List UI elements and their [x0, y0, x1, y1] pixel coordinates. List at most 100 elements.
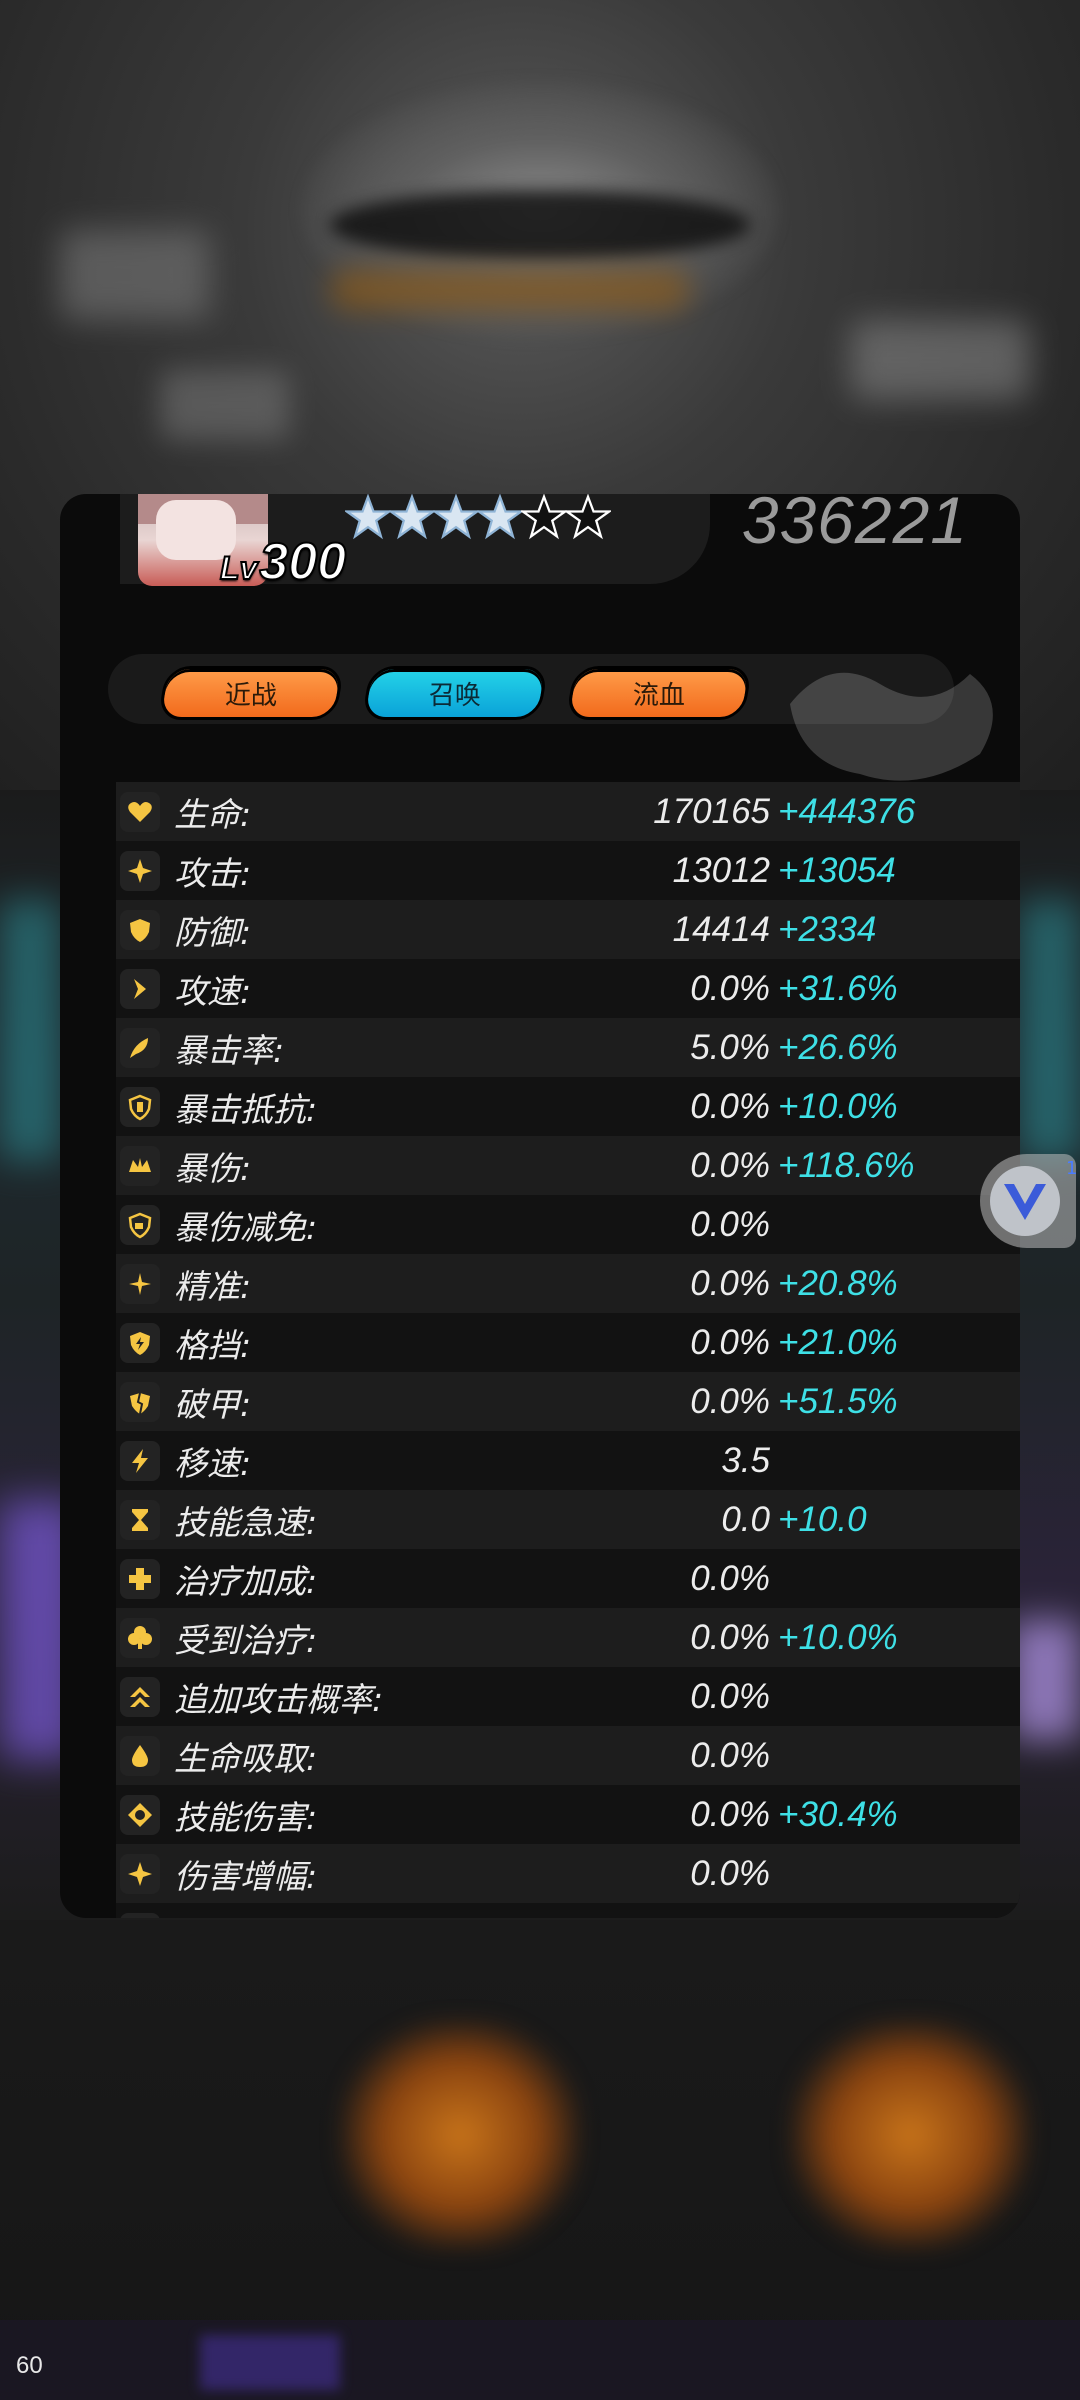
stat-row: 治疗加成: 0.0%: [116, 1549, 1020, 1608]
stat-row: 受到治疗: 0.0% +10.0%: [116, 1608, 1020, 1667]
stat-label: 攻速:: [174, 972, 252, 1011]
stat-row: 格挡: 0.0% +21.0%: [116, 1313, 1020, 1372]
stat-bonus-value: +31.6%: [778, 969, 898, 1008]
stat-label: 暴伤减免:: [174, 1208, 318, 1247]
stat-label: 防御:: [174, 913, 252, 952]
stat-base-value: 0.0%: [690, 1559, 770, 1598]
stat-bonus-value: +10.0%: [778, 1087, 898, 1126]
stat-label: 生命吸取:: [174, 1739, 318, 1778]
hero-header: Lv300 336221: [60, 494, 1020, 634]
stat-label: 受到治疗:: [174, 1621, 318, 1660]
stat-row: 暴伤减免: 0.0%: [116, 1195, 1020, 1254]
stat-row: 生命: 170165 +444376: [116, 782, 1020, 841]
shield-break-icon: [120, 1382, 160, 1422]
stat-row: 生命吸取: 0.0%: [116, 1726, 1020, 1785]
combat-power: 336221: [741, 494, 968, 557]
stat-bonus-value: +26.6%: [778, 1028, 898, 1067]
tag-summon[interactable]: 召唤: [361, 666, 549, 720]
stat-base-value: 0.0%: [690, 1146, 770, 1185]
tag-melee[interactable]: 近战: [157, 666, 345, 720]
stat-row: 攻速: 0.0% +31.6%: [116, 959, 1020, 1018]
stat-row: 伤害减免: [116, 1903, 1020, 1918]
stat-label: 暴伤:: [174, 1149, 252, 1188]
tag-bleed[interactable]: 流血: [565, 666, 753, 720]
star-filled-icon: [345, 494, 391, 540]
stat-label: 技能急速:: [174, 1503, 318, 1542]
stat-bonus-value: +20.8%: [778, 1264, 898, 1303]
star-filled-icon: [477, 494, 523, 540]
stat-base-value: 0.0%: [690, 969, 770, 1008]
stat-label: 暴击率:: [174, 1031, 285, 1070]
double-chevron-up-icon: [120, 1677, 160, 1717]
heart-icon: [120, 792, 160, 832]
stat-label: 伤害减免: [174, 1909, 306, 1918]
star-filled-icon: [433, 494, 479, 540]
stat-label: 格挡:: [174, 1326, 252, 1365]
stat-row: 技能急速: 0.0 +10.0: [116, 1490, 1020, 1549]
star-empty-icon: [521, 494, 567, 540]
stat-base-value: 14414: [672, 910, 770, 949]
crown-icon: [120, 1146, 160, 1186]
stat-base-value: 0.0%: [690, 1382, 770, 1421]
v-logo-icon: [1004, 1184, 1046, 1220]
stat-row: 伤害增幅: 0.0%: [116, 1844, 1020, 1903]
stat-bonus-value: +444376: [778, 792, 916, 831]
shield-icon: [120, 910, 160, 950]
stat-label: 治疗加成:: [174, 1562, 318, 1601]
clover-icon: [120, 1618, 160, 1658]
hero-stats-panel: Lv300 336221 近战 召唤 流血 生命: 170165 +444376 攻击…: [60, 494, 1020, 1918]
stat-label: 攻击:: [174, 854, 252, 893]
stat-base-value: 0.0%: [690, 1677, 770, 1716]
decorative-graffiti: [790, 672, 993, 781]
stat-row: 暴击抵抗: 0.0% +10.0%: [116, 1077, 1020, 1136]
stat-bonus-value: +13054: [778, 851, 896, 890]
stat-label: 破甲:: [174, 1385, 252, 1424]
stat-label: 暴击抵抗:: [174, 1090, 318, 1129]
stat-row: 防御: 14414 +2334: [116, 900, 1020, 959]
stat-base-value: 0.0%: [690, 1854, 770, 1893]
stat-bonus-value: +51.5%: [778, 1382, 898, 1421]
lightning-icon: [120, 1441, 160, 1481]
stat-base-value: 0.0%: [690, 1618, 770, 1657]
stat-bonus-value: +10.0%: [778, 1618, 898, 1657]
stat-row: 暴伤: 0.0% +118.6%: [116, 1136, 1020, 1195]
sparkle-icon: [120, 851, 160, 891]
stat-base-value: 170165: [653, 792, 770, 831]
stat-label: 精准:: [174, 1267, 252, 1306]
star-empty-icon: [565, 494, 611, 540]
stat-base-value: 0.0%: [690, 1205, 770, 1244]
chevron-right-icon: [120, 969, 160, 1009]
stat-row: 暴击率: 5.0% +26.6%: [116, 1018, 1020, 1077]
notification-badge: 1: [1066, 1158, 1078, 1179]
stat-base-value: 0.0%: [690, 1264, 770, 1303]
stat-base-value: 0.0%: [690, 1323, 770, 1362]
hourglass-icon: [120, 1500, 160, 1540]
stat-bonus-value: +10.0: [778, 1500, 867, 1539]
stat-base-value: 0.0: [721, 1500, 770, 1539]
stat-row: 移速: 3.5: [116, 1431, 1020, 1490]
stat-bonus-value: +30.4%: [778, 1795, 898, 1834]
stat-bonus-value: +118.6%: [778, 1146, 915, 1185]
stat-base-value: 5.0%: [690, 1028, 770, 1067]
shield-outline-icon: [120, 1087, 160, 1127]
cross-sparkle-icon: [120, 1264, 160, 1304]
hero-level: Lv300: [219, 532, 347, 592]
shield-bolt-icon: [120, 1323, 160, 1363]
floating-assistant-button[interactable]: [980, 1154, 1076, 1248]
stat-base-value: 13012: [672, 851, 770, 890]
plus-icon: [120, 1559, 160, 1599]
stat-row: 攻击: 13012 +13054: [116, 841, 1020, 900]
stat-base-value: 0.0%: [690, 1736, 770, 1775]
target-icon: [120, 1795, 160, 1835]
stat-base-value: 3.5: [721, 1441, 770, 1480]
stat-bonus-value: +2334: [778, 910, 877, 949]
stat-row: 技能伤害: 0.0% +30.4%: [116, 1785, 1020, 1844]
stat-row: 精准: 0.0% +20.8%: [116, 1254, 1020, 1313]
stat-bonus-value: +21.0%: [778, 1323, 898, 1362]
stat-row: 追加攻击概率: 0.0%: [116, 1667, 1020, 1726]
sparkle-icon: [120, 1854, 160, 1894]
stat-label: 追加攻击概率:: [174, 1680, 384, 1719]
stat-row: 破甲: 0.0% +51.5%: [116, 1372, 1020, 1431]
feather-icon: [120, 1028, 160, 1068]
stat-base-value: 0.0%: [690, 1795, 770, 1834]
